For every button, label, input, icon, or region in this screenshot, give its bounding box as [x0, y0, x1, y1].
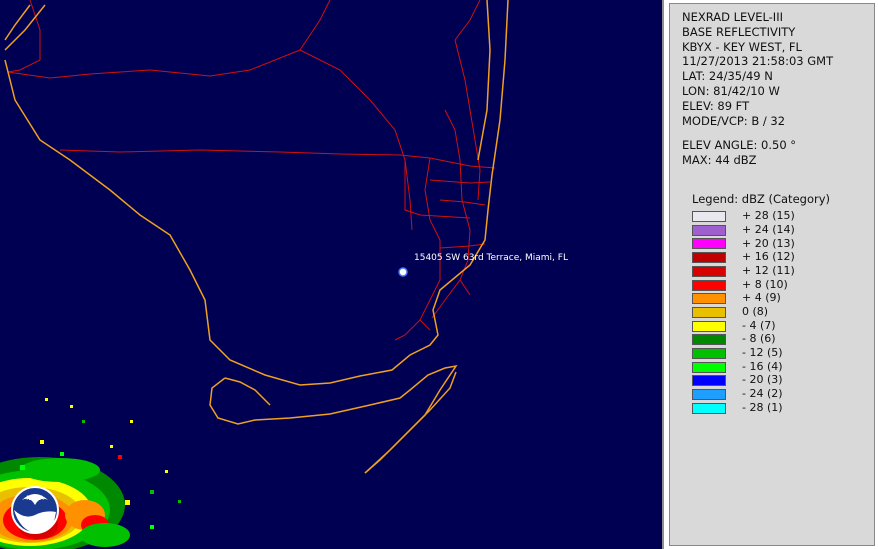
elevation: ELEV: 89 FT [682, 98, 750, 113]
legend-row: - 8 (6) [692, 332, 874, 347]
legend-label: + 16 (12) [742, 250, 795, 264]
legend-row: + 20 (13) [692, 237, 874, 251]
legend-row: - 16 (4) [692, 360, 874, 374]
legend-row: - 12 (5) [692, 346, 874, 361]
latitude: LAT: 24/35/49 N [682, 69, 773, 84]
legend-swatch [692, 252, 726, 264]
location-label: 15405 SW 63rd Terrace, Miami, FL [414, 253, 568, 263]
svg-text:NOAA: NOAA [26, 495, 44, 502]
legend-row: 0 (8) [692, 305, 874, 320]
legend-swatch [692, 334, 726, 346]
max-reflectivity: MAX: 44 dBZ [682, 153, 757, 168]
legend-row: + 12 (11) [692, 263, 874, 279]
legend-swatch [692, 389, 726, 401]
legend-swatch [692, 279, 726, 291]
legend-row: - 20 (3) [692, 373, 874, 388]
legend-row: + 16 (12) [692, 250, 874, 265]
legend-row: - 4 (7) [692, 319, 874, 333]
legend-row: + 8 (10) [692, 278, 874, 292]
product-title: NEXRAD LEVEL-III [682, 10, 783, 24]
legend-label: - 12 (5) [742, 346, 783, 360]
legend-label: + 8 (10) [742, 277, 788, 291]
legend-label: + 12 (11) [742, 263, 795, 277]
legend: + 28 (15) + 24 (14) + 20 (13) + 16 (12) + 12… [692, 209, 874, 415]
legend-label: - 8 (6) [742, 332, 776, 346]
legend-swatch [692, 347, 726, 359]
legend-label: + 4 (9) [742, 291, 781, 305]
legend-swatch [692, 293, 726, 305]
legend-label: - 16 (4) [742, 359, 783, 373]
legend-label: 0 (8) [742, 305, 769, 319]
legend-title: Legend: dBZ (Category) [692, 191, 830, 206]
legend-label: + 28 (15) [742, 209, 795, 223]
road-network [7, 0, 496, 341]
legend-label: - 24 (2) [742, 387, 783, 401]
legend-swatch [692, 375, 726, 387]
legend-row: - 28 (1) [692, 401, 874, 415]
legend-row: + 24 (14) [692, 223, 874, 237]
radar-map[interactable]: NOAA 15405 SW 63rd Terrace, Miami, FL [0, 0, 664, 549]
legend-swatch [692, 224, 726, 236]
legend-label: + 20 (13) [742, 236, 795, 250]
station-name: KBYX - KEY WEST, FL [682, 39, 802, 54]
legend-swatch [692, 238, 726, 250]
legend-swatch [692, 265, 726, 277]
legend-label: - 28 (1) [742, 400, 783, 414]
info-panel: NEXRAD LEVEL-III BASE REFLECTIVITY KBYX … [669, 3, 875, 546]
timestamp: 11/27/2013 21:58:03 GMT [682, 54, 834, 69]
legend-label: - 20 (3) [742, 373, 783, 387]
legend-swatch [692, 402, 726, 414]
noaa-logo: NOAA [11, 486, 59, 534]
coastline [4, 0, 509, 474]
legend-label: - 4 (7) [742, 318, 776, 332]
mode-vcp: MODE/VCP: B / 32 [682, 113, 786, 128]
legend-swatch [692, 211, 726, 223]
legend-row: + 28 (15) [692, 209, 874, 224]
legend-row: + 4 (9) [692, 291, 874, 306]
legend-swatch [692, 320, 726, 332]
legend-label: + 24 (14) [742, 222, 795, 236]
map-canvas: NOAA [0, 0, 509, 549]
elev-angle: ELEV ANGLE: 0.50 ° [682, 138, 797, 153]
location-marker [398, 267, 408, 277]
legend-row: - 24 (2) [692, 387, 874, 402]
legend-swatch [692, 361, 726, 373]
product-type: BASE REFLECTIVITY [682, 24, 796, 39]
legend-swatch [692, 306, 726, 318]
longitude: LON: 81/42/10 W [682, 83, 780, 98]
